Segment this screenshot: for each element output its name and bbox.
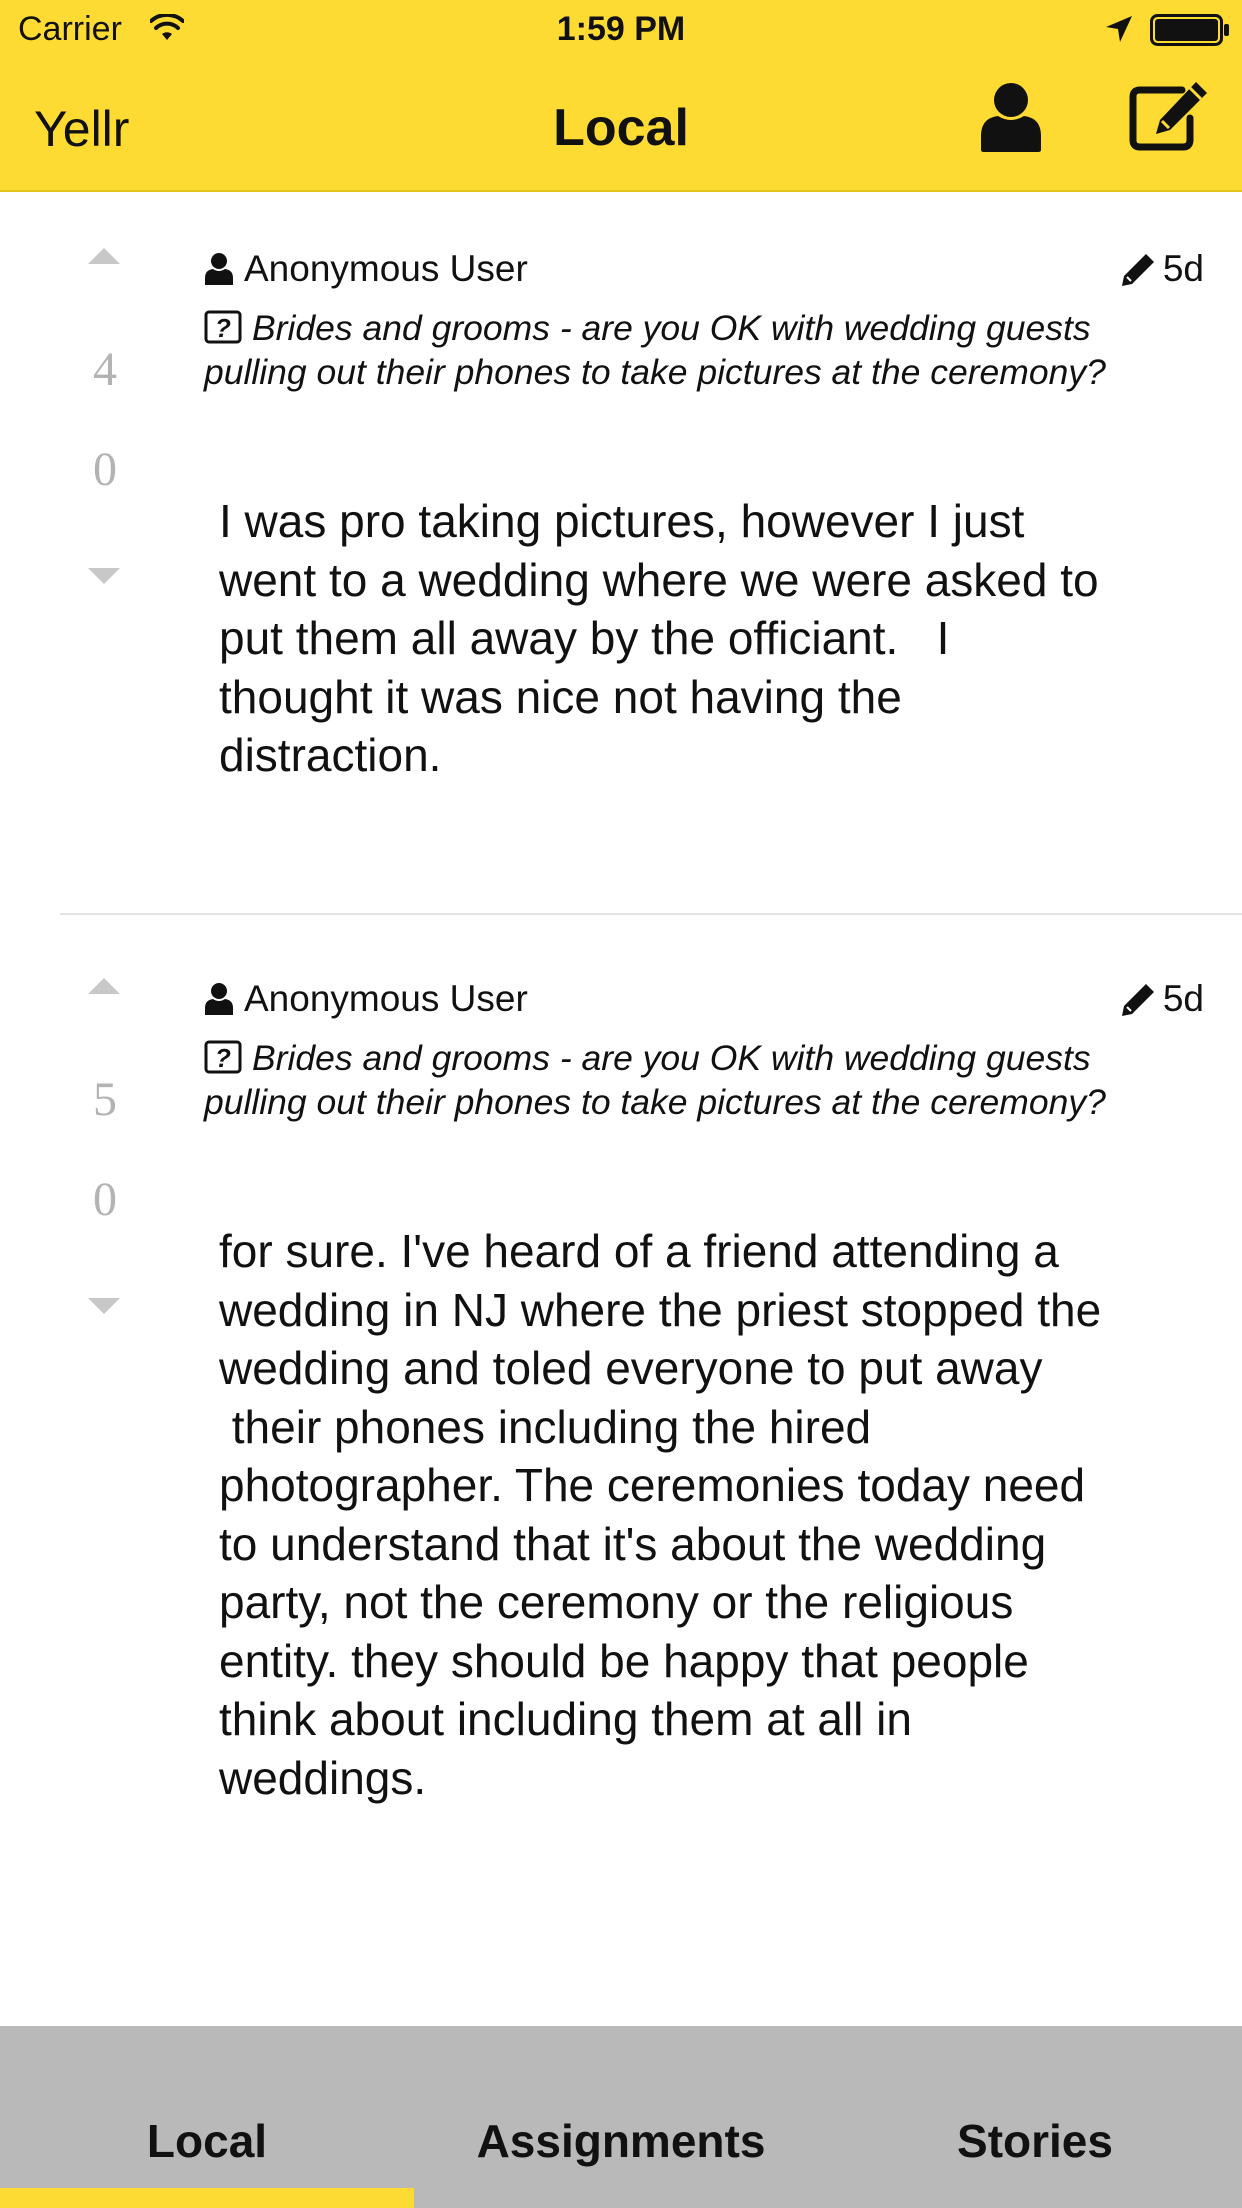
pencil-icon <box>1122 984 1154 1016</box>
post-card: 4 0 Anonymous User 5d ? Brides and groom… <box>0 194 1242 915</box>
post-meta: Anonymous User 5d <box>204 978 1204 1022</box>
post-card: 5 0 Anonymous User 5d ? Brides and groom… <box>0 924 1242 2024</box>
selected-tab-indicator <box>0 2188 414 2208</box>
location-arrow-icon <box>1106 16 1132 42</box>
post-body: for sure. I've heard of a friend attendi… <box>219 1225 1102 1804</box>
upvote-count: 4 <box>93 343 117 396</box>
tab-assignments[interactable]: Assignments <box>414 2026 828 2208</box>
author-name: Anonymous User <box>244 248 528 289</box>
feed: 4 0 Anonymous User 5d ? Brides and groom… <box>0 194 1242 2026</box>
downvote-count: 0 <box>93 443 117 496</box>
question-icon: ? <box>204 310 242 344</box>
upvote-icon[interactable] <box>86 246 122 266</box>
question-icon: ? <box>204 1040 242 1074</box>
tab-label: Stories <box>957 2115 1113 2167</box>
question-text[interactable]: ? Brides and grooms - are you OK with we… <box>204 1036 1164 1124</box>
question-text[interactable]: ? Brides and grooms - are you OK with we… <box>204 306 1164 394</box>
downvote-icon[interactable] <box>86 1296 122 1316</box>
user-icon <box>205 253 233 285</box>
pencil-icon <box>1122 254 1154 286</box>
brand-button[interactable]: Yellr <box>34 100 129 158</box>
screen: Carrier 1:59 PM Yellr Local 4 0 Anonymou… <box>0 0 1242 2208</box>
post-age: 5d <box>1162 248 1204 289</box>
author-name: Anonymous User <box>244 978 528 1019</box>
svg-text:?: ? <box>215 1043 231 1073</box>
user-profile-icon[interactable] <box>978 80 1044 152</box>
question-label: Brides and grooms - are you OK with wedd… <box>204 308 1106 392</box>
page-title: Local <box>553 99 689 157</box>
downvote-count: 0 <box>93 1173 117 1226</box>
header: Carrier 1:59 PM Yellr Local <box>0 0 1242 192</box>
question-label: Brides and grooms - are you OK with wedd… <box>204 1038 1106 1122</box>
post-age: 5d <box>1162 978 1204 1019</box>
status-bar: Carrier 1:59 PM <box>0 0 1242 60</box>
post-body: I was pro taking pictures, however I jus… <box>219 495 1099 781</box>
upvote-count: 5 <box>93 1073 117 1126</box>
downvote-icon[interactable] <box>86 566 122 586</box>
battery-icon <box>1150 14 1229 46</box>
nav-bar: Yellr Local <box>0 60 1242 192</box>
tab-local[interactable]: Local <box>0 2026 414 2208</box>
status-time: 1:59 PM <box>556 10 686 48</box>
user-icon <box>205 983 233 1015</box>
compose-icon[interactable] <box>1128 80 1210 152</box>
svg-text:?: ? <box>215 313 231 343</box>
upvote-icon[interactable] <box>86 976 122 996</box>
tab-label: Local <box>146 2115 268 2167</box>
tab-bar: Local Assignments Stories <box>0 2026 1242 2208</box>
tab-label: Assignments <box>476 2115 766 2167</box>
tab-stories[interactable]: Stories <box>828 2026 1242 2208</box>
post-divider <box>60 913 1242 915</box>
post-meta: Anonymous User 5d <box>204 248 1204 292</box>
